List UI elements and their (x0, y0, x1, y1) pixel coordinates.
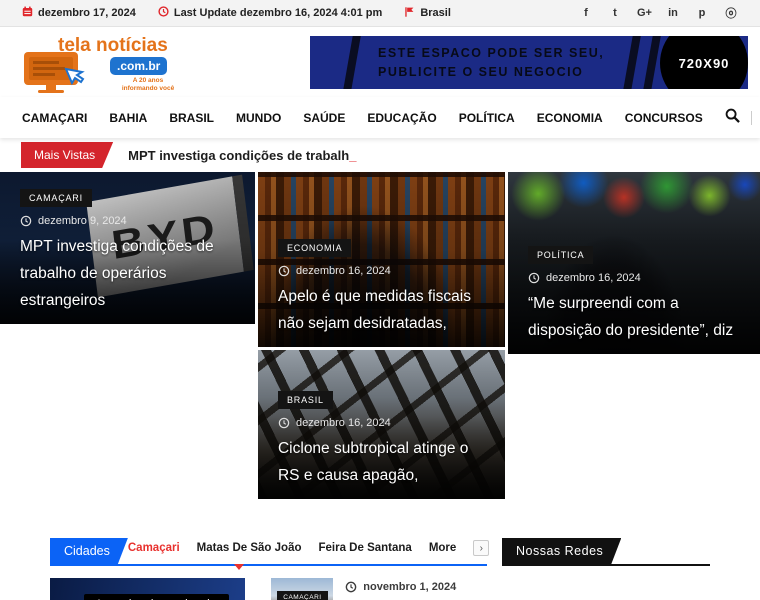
tab-matas-de-sao-joao[interactable]: Matas De São João (197, 542, 302, 554)
featured-card-politica[interactable]: POLÍTICA dezembro 16, 2024 “Me surpreend… (508, 172, 760, 354)
site-header: tela notícias .com.br A 20 anos informan… (0, 27, 760, 97)
instagram-icon[interactable]: ⓞ (724, 5, 738, 21)
banner-line2: PUBLICITE O SEU NEGOCIO (378, 64, 584, 79)
ad-banner[interactable]: ESTE ESPACO PODE SER SEU, PUBLICITE O SE… (310, 36, 748, 89)
clock-icon (158, 6, 169, 20)
featured-card-camacari[interactable]: BYD CAMAÇARI dezembro 9, 2024 MPT invest… (0, 172, 255, 324)
article-title[interactable]: Ciclone subtropical atinge o RS e causa … (278, 435, 491, 489)
news-thumbnail[interactable]: CAMAÇARI (271, 578, 334, 600)
ticker-headline[interactable]: MPT investiga condições de trabalh_ (128, 148, 356, 163)
clock-icon (528, 272, 540, 284)
main-nav: CAMAÇARI BAHIA BRASIL MUNDO SAÚDE EDUCAÇ… (0, 97, 760, 138)
category-badge[interactable]: CAMAÇARI (20, 189, 92, 207)
cidades-widget: Cidades Camaçari Matas De São João Feira… (50, 538, 490, 600)
linkedin-icon[interactable]: in (666, 7, 680, 19)
banner-line1: ESTE ESPACO PODE SER SEU, (378, 46, 605, 60)
tab-camacari[interactable]: Camaçari (128, 542, 180, 554)
calendar-icon (22, 6, 33, 20)
logo-title: tela notícias (58, 35, 168, 56)
nossas-redes-widget: Nossas Redes (502, 538, 710, 600)
search-icon[interactable] (725, 108, 740, 128)
category-badge[interactable]: ECONOMIA (277, 238, 352, 257)
banner-size-label: 720X90 (660, 36, 748, 89)
nav-item-mundo[interactable]: MUNDO (236, 111, 281, 125)
logo-domain: .com.br (110, 57, 168, 75)
social-links: f t G+ in p ⓞ (579, 5, 738, 21)
nav-item-concursos[interactable]: CONCURSOS (625, 111, 703, 125)
category-badge[interactable]: POLÍTICA (528, 245, 594, 264)
news-list-item[interactable]: CAMAÇARI novembro 1, 2024 Moradores de C… (271, 578, 487, 600)
country-indicator: Brasil (404, 6, 451, 21)
author-chip[interactable]: moderador moderador (84, 594, 230, 600)
clock-icon (278, 265, 290, 277)
nav-item-brasil[interactable]: BRASIL (169, 111, 214, 125)
active-tab-pointer (234, 564, 244, 570)
logo-tagline: A 20 anos informando você (121, 77, 175, 93)
flag-icon (404, 6, 415, 21)
cidades-label[interactable]: Cidades (50, 538, 128, 564)
pinterest-icon[interactable]: p (695, 7, 709, 19)
category-badge[interactable]: BRASIL (277, 390, 333, 409)
nav-item-economia[interactable]: ECONOMIA (537, 111, 603, 125)
clock-icon (20, 215, 32, 226)
country-text: Brasil (420, 7, 451, 19)
tab-more[interactable]: More (429, 542, 456, 554)
nav-item-bahia[interactable]: BAHIA (109, 111, 147, 125)
article-date: dezembro 16, 2024 (278, 265, 491, 277)
nav-item-saude[interactable]: SAÚDE (303, 111, 345, 125)
article-date: novembro 1, 2024 (345, 581, 487, 593)
ticker-cursor: _ (349, 147, 357, 163)
facebook-icon[interactable]: f (579, 7, 593, 19)
google-plus-icon[interactable]: G+ (637, 7, 652, 19)
nav-item-camacari[interactable]: CAMAÇARI (22, 111, 87, 125)
tab-feira-de-santana[interactable]: Feira De Santana (319, 542, 412, 554)
site-logo[interactable]: tela notícias .com.br A 20 anos informan… (20, 33, 180, 93)
chevron-right-icon: › (479, 542, 483, 554)
article-title[interactable]: “Me surpreendi com a disposição do presi… (528, 290, 746, 344)
banner-text: ESTE ESPACO PODE SER SEU, PUBLICITE O SE… (378, 44, 604, 82)
banner-stripe (620, 36, 644, 89)
twitter-icon[interactable]: t (608, 7, 622, 19)
article-date: dezembro 16, 2024 (528, 272, 746, 284)
article-date: dezembro 16, 2024 (278, 417, 491, 429)
nav-divider (750, 110, 752, 125)
nav-item-educacao[interactable]: EDUCAÇÃO (367, 111, 436, 125)
nossas-redes-label: Nossas Redes (502, 538, 621, 564)
trending-ticker: Mais Vistas MPT investiga condições de t… (0, 140, 760, 170)
clock-icon (345, 581, 357, 593)
article-title[interactable]: MPT investiga condições de trabalho de o… (20, 233, 241, 314)
category-badge: CAMAÇARI (277, 591, 328, 600)
cidades-tabs: Camaçari Matas De São João Feira De Sant… (128, 540, 490, 564)
ticker-label[interactable]: Mais Vistas (21, 142, 113, 168)
last-update-text: Last Update dezembro 16, 2024 4:01 pm (173, 7, 383, 19)
nav-item-politica[interactable]: POLÍTICA (459, 111, 515, 125)
article-title[interactable]: Apelo é que medidas fiscais não sejam de… (278, 283, 491, 337)
top-bar: dezembro 17, 2024 Last Update dezembro 1… (0, 0, 760, 27)
monitor-icon (22, 51, 94, 98)
last-update: Last Update dezembro 16, 2024 4:01 pm (158, 6, 382, 20)
bottom-section: Cidades Camaçari Matas De São João Feira… (50, 538, 710, 600)
featured-card-economia[interactable]: ECONOMIA dezembro 16, 2024 Apelo é que m… (257, 172, 505, 347)
featured-card-brasil[interactable]: BRASIL dezembro 16, 2024 Ciclone subtrop… (257, 350, 505, 499)
tabs-next-button[interactable]: › (473, 540, 490, 556)
banner-stripe (340, 36, 364, 89)
date-text: dezembro 17, 2024 (38, 7, 136, 19)
author-card[interactable]: moderador moderador (50, 578, 246, 600)
featured-grid: BYD CAMAÇARI dezembro 9, 2024 MPT invest… (0, 172, 760, 499)
clock-icon (278, 417, 290, 429)
article-date: dezembro 9, 2024 (20, 215, 241, 227)
current-date: dezembro 17, 2024 (22, 6, 136, 20)
